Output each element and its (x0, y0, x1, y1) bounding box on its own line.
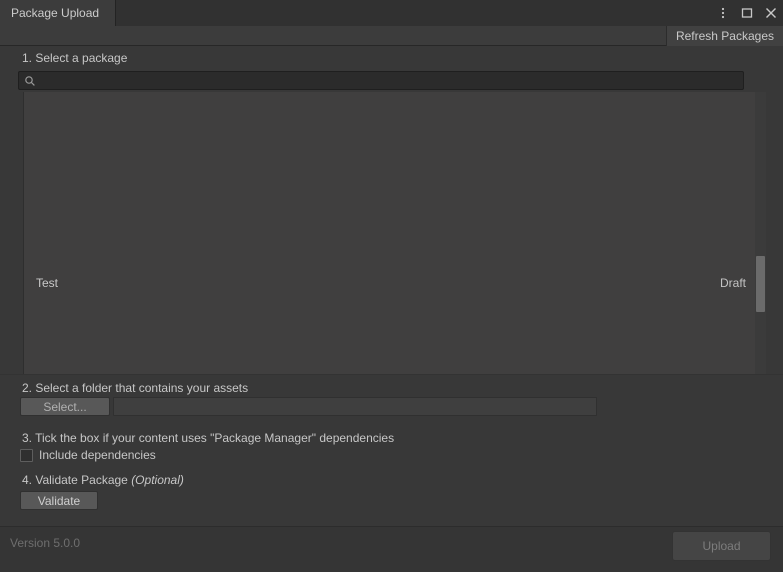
status-badge: Draft (719, 276, 746, 290)
validate-button[interactable]: Validate (20, 491, 98, 510)
title-bar: Package Upload (0, 0, 783, 26)
kebab-menu-icon[interactable] (715, 5, 730, 21)
package-search-field[interactable] (18, 71, 744, 90)
close-icon[interactable] (763, 5, 778, 21)
section-1-label: 1. Select a package (22, 51, 128, 65)
section-4-title: 4. Validate Package (22, 473, 132, 487)
search-icon (24, 75, 36, 87)
section-4-optional: (Optional) (131, 473, 184, 487)
search-input[interactable] (39, 72, 739, 89)
include-dependencies-checkbox[interactable] (20, 448, 33, 462)
refresh-packages-button[interactable]: Refresh Packages (665, 26, 783, 46)
tab-package-upload[interactable]: Package Upload (0, 0, 116, 26)
version-label: Version 5.0.0 (10, 536, 81, 550)
refresh-packages-label: Refresh Packages (675, 29, 774, 43)
footer: Version 5.0.0 Upload (0, 526, 783, 572)
window-controls (715, 0, 778, 26)
package-list-body[interactable]: Test Draft (23, 92, 761, 374)
folder-path-input[interactable] (113, 397, 597, 416)
upload-button[interactable]: Upload (672, 531, 771, 561)
form-panel: 2. Select a folder that contains your as… (0, 375, 783, 525)
package-list-panel: Test Draft (18, 66, 766, 374)
list-scrollbar[interactable] (755, 92, 766, 374)
section-2-label: 2. Select a folder that contains your as… (22, 381, 249, 395)
section-3-label: 3. Tick the box if your content uses "Pa… (22, 431, 395, 445)
include-dependencies-row[interactable]: Include dependencies (20, 448, 156, 462)
include-dependencies-label: Include dependencies (39, 448, 156, 462)
select-folder-label: Select... (43, 399, 87, 414)
maximize-icon[interactable] (739, 5, 754, 21)
package-name: Test (36, 276, 59, 290)
package-upload-window: Package Upload Refresh Packages 1. Selec… (0, 0, 783, 572)
validate-label: Validate (37, 493, 81, 508)
select-folder-button[interactable]: Select... (20, 397, 110, 416)
toolbar: Refresh Packages (0, 26, 783, 46)
section-4-label: 4. Validate Package (Optional) (22, 473, 184, 487)
tab-label: Package Upload (11, 6, 100, 20)
upload-label: Upload (702, 539, 741, 553)
list-scrollbar-thumb[interactable] (756, 256, 765, 312)
list-item[interactable]: Test Draft (24, 270, 760, 296)
